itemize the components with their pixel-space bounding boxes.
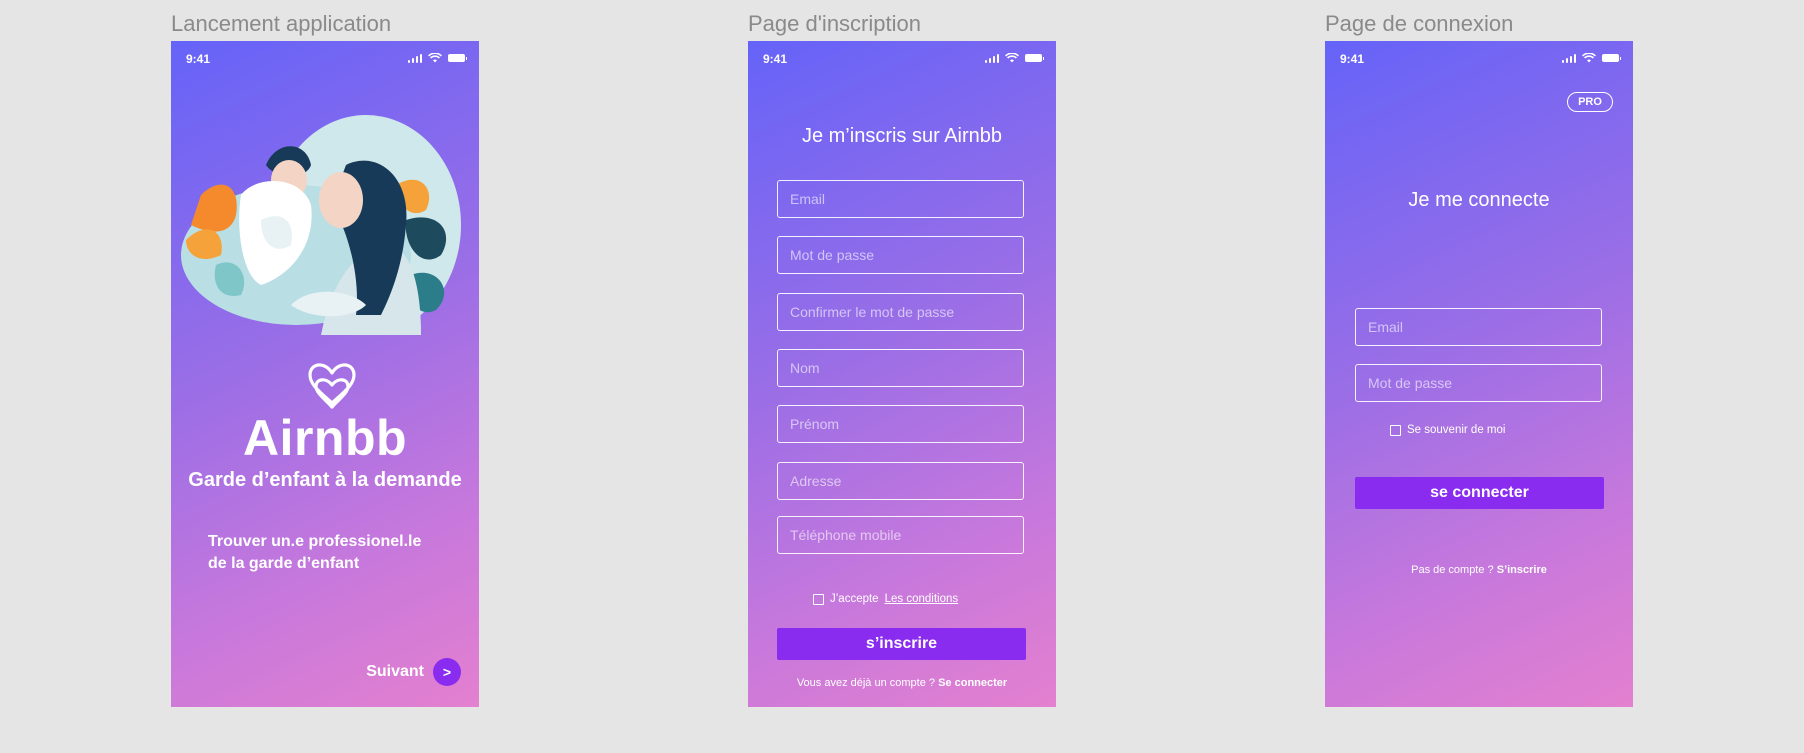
email-field[interactable] [1355, 308, 1602, 346]
signup-button[interactable]: s’inscrire [777, 628, 1026, 660]
status-bar: 9:41 [1325, 41, 1633, 79]
status-bar: 9:41 [171, 41, 479, 79]
have-account-text: Vous avez déjà un compte ? [796, 677, 936, 689]
next-label: Suivant [366, 663, 424, 680]
brand-name: Airnbb [242, 410, 408, 466]
email-field[interactable] [777, 180, 1024, 218]
have-account-line: Vous avez déjà un compte ? Se connecter [748, 677, 1056, 689]
chevron-right-icon: > [433, 658, 461, 686]
wifi-icon [1005, 53, 1019, 63]
signup-link[interactable]: S’inscrire [1497, 564, 1547, 576]
login-button[interactable]: se connecter [1355, 477, 1604, 509]
address-field[interactable] [777, 462, 1024, 500]
description-line-1: Trouver un.e professionel.le [208, 533, 422, 550]
last-name-field[interactable] [777, 349, 1024, 387]
wifi-icon [1582, 53, 1596, 63]
no-account-line: Pas de compte ? S’inscrire [1325, 564, 1633, 576]
status-time: 9:41 [186, 52, 211, 66]
signal-icon [984, 53, 999, 63]
accept-checkbox[interactable] [813, 593, 824, 605]
pro-badge-button[interactable]: PRO [1567, 92, 1613, 112]
first-name-field[interactable] [777, 405, 1024, 443]
accept-conditions-row: J’accepte Les conditions [813, 593, 958, 605]
accept-label: J’accepte [830, 593, 879, 605]
status-time: 9:41 [1340, 52, 1365, 66]
status-bar: 9:41 [748, 41, 1056, 79]
password-field[interactable] [1355, 364, 1602, 402]
remember-label: Se souvenir de moi [1407, 424, 1506, 436]
heart-logo-icon [308, 363, 356, 409]
description-line-2: de la garde d’enfant [208, 555, 360, 572]
battery-icon [448, 54, 467, 62]
remember-me-row: Se souvenir de moi [1390, 424, 1505, 436]
next-button[interactable]: Suivant > [366, 658, 461, 686]
login-title: Je me connecte [1408, 189, 1550, 211]
mobile-phone-field[interactable] [777, 516, 1024, 554]
wifi-icon [428, 53, 442, 63]
mother-baby-illustration [181, 115, 461, 335]
login-screen: 9:41 PRO Je me connecte Se souvenir de m… [1325, 41, 1633, 707]
remember-checkbox[interactable] [1390, 424, 1401, 436]
description: Trouver un.e professionel.le de la garde… [208, 531, 421, 575]
conditions-link[interactable]: Les conditions [885, 593, 959, 605]
login-link[interactable]: Se connecter [938, 677, 1007, 689]
launch-screen: 9:41 Airnbb Garde d’enfant à la demande … [171, 41, 479, 707]
battery-icon [1025, 54, 1044, 62]
confirm-password-field[interactable] [777, 293, 1024, 331]
no-account-text: Pas de compte ? [1411, 564, 1494, 576]
signup-title: Je m’inscris sur Airnbb [801, 125, 1003, 147]
frame-title-login: Page de connexion [1325, 11, 1514, 36]
frame-title-signup: Page d'inscription [748, 11, 921, 36]
password-field[interactable] [777, 236, 1024, 274]
signal-icon [407, 53, 422, 63]
frame-title-launch: Lancement application [171, 11, 392, 36]
signal-icon [1561, 53, 1576, 63]
tagline: Garde d’enfant à la demande [188, 469, 462, 491]
status-time: 9:41 [763, 52, 788, 66]
signup-screen: 9:41 Je m’inscris sur Airnbb J’accepte L… [748, 41, 1056, 707]
battery-icon [1602, 54, 1621, 62]
